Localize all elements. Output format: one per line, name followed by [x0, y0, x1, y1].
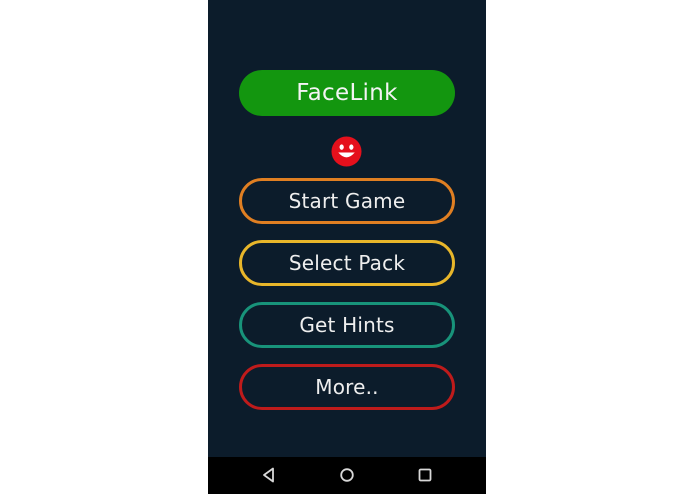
- home-circle-icon[interactable]: [337, 465, 357, 485]
- get-hints-button[interactable]: Get Hints: [239, 302, 455, 348]
- system-navigation-bar: [208, 457, 486, 494]
- recents-square-icon[interactable]: [415, 465, 435, 485]
- start-game-button[interactable]: Start Game: [239, 178, 455, 224]
- smiley-icon: [331, 136, 362, 167]
- more-button[interactable]: More..: [239, 364, 455, 410]
- more-label: More..: [315, 375, 379, 399]
- select-pack-label: Select Pack: [288, 251, 406, 275]
- start-game-label: Start Game: [288, 189, 406, 213]
- select-pack-button[interactable]: Select Pack: [239, 240, 455, 286]
- app-screen: FaceLink Start Game Select Pack Get Hint…: [208, 0, 486, 494]
- back-triangle-icon[interactable]: [259, 465, 279, 485]
- app-title-pill: FaceLink: [239, 70, 455, 116]
- app-title: FaceLink: [296, 80, 398, 106]
- get-hints-label: Get Hints: [299, 313, 395, 337]
